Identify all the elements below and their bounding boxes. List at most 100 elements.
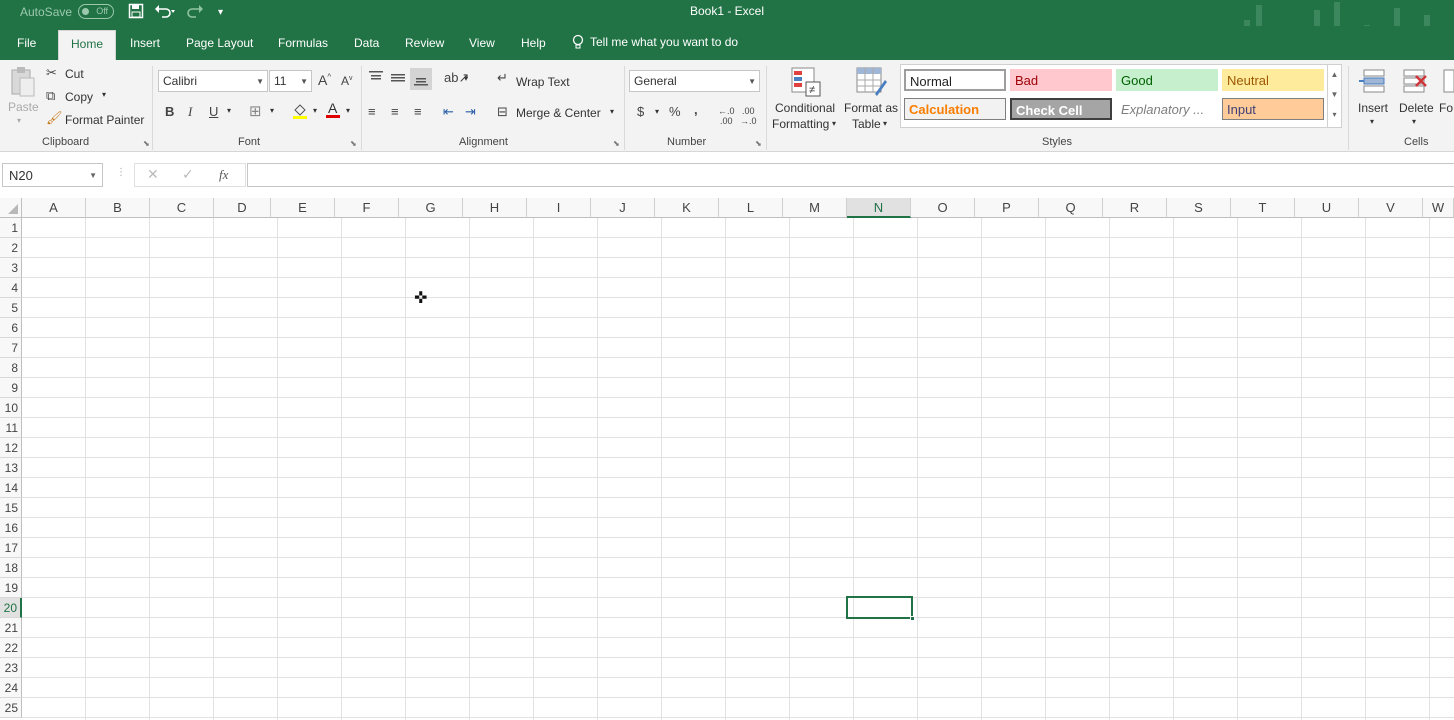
scissors-icon[interactable]: ✂ [46,65,57,81]
bottom-align-icon[interactable] [410,68,432,90]
row-header-19[interactable]: 19 [0,578,22,598]
align-left-icon[interactable]: ≡ [368,104,376,119]
number-format-select[interactable]: General ▼ [629,70,760,92]
format-as-table-dropdown-icon[interactable]: ▾ [883,119,887,128]
conditional-formatting-icon[interactable]: ≠ [790,66,822,101]
row-header-6[interactable]: 6 [0,318,22,338]
column-header-w[interactable]: W [1423,198,1454,218]
gallery-scroll[interactable]: ▲ ▼ ▾ [1327,65,1341,127]
column-header-n[interactable]: N [847,198,911,218]
insert-cells-button[interactable]: Insert [1358,101,1388,115]
formula-input[interactable] [247,163,1454,187]
underline-button[interactable]: U [209,104,218,119]
column-header-k[interactable]: K [655,198,719,218]
format-cells-icon[interactable] [1442,66,1454,99]
row-header-25[interactable]: 25 [0,698,22,718]
increase-decimal-icon[interactable]: ←.0.00 [718,106,735,126]
column-header-r[interactable]: R [1103,198,1167,218]
column-header-s[interactable]: S [1167,198,1231,218]
gallery-more-icon[interactable]: ▾ [1328,105,1341,125]
merge-dropdown-icon[interactable]: ▾ [610,107,614,116]
row-header-4[interactable]: 4 [0,278,22,298]
tab-insert[interactable]: Insert [130,36,160,50]
accounting-format-button[interactable]: $ [637,104,644,119]
column-header-c[interactable]: C [150,198,214,218]
column-header-m[interactable]: M [783,198,847,218]
column-header-p[interactable]: P [975,198,1039,218]
align-right-icon[interactable]: ≡ [414,104,422,119]
select-all-button[interactable] [0,198,22,218]
column-header-j[interactable]: J [591,198,655,218]
delete-dropdown-icon[interactable]: ▾ [1412,117,1416,126]
conditional-formatting-label-2[interactable]: Formatting [772,117,829,131]
column-header-a[interactable]: A [22,198,86,218]
cut-button[interactable]: Cut [65,67,84,81]
copy-dropdown-icon[interactable]: ▾ [102,90,106,99]
percent-style-button[interactable]: % [669,104,681,119]
style-check-cell[interactable]: Check Cell [1010,98,1112,120]
comma-style-button[interactable]: , [694,102,698,117]
row-header-20[interactable]: 20 [0,598,22,618]
merge-center-button[interactable]: Merge & Center [516,106,601,120]
column-header-v[interactable]: V [1359,198,1423,218]
decrease-decimal-icon[interactable]: .00 →.0 [740,106,757,126]
font-size-select[interactable]: 11 ▼ [269,70,312,92]
wrap-text-icon[interactable]: ↵ [497,70,508,86]
merge-center-icon[interactable]: ⊟ [497,104,508,120]
column-header-l[interactable]: L [719,198,783,218]
paste-icon[interactable] [6,66,38,100]
font-color-icon[interactable]: A [325,100,341,123]
number-launcher-icon[interactable]: ⬊ [755,139,762,148]
format-cells-button[interactable]: Fo [1439,101,1453,115]
active-cell-selection[interactable] [846,596,915,621]
style-neutral[interactable]: Neutral [1222,69,1324,91]
formula-bar-grip-icon[interactable]: ⋮ [116,167,126,178]
row-header-2[interactable]: 2 [0,238,22,258]
style-normal[interactable]: Normal [904,69,1006,91]
align-center-icon[interactable]: ≡ [391,104,399,119]
row-header-15[interactable]: 15 [0,498,22,518]
row-header-17[interactable]: 17 [0,538,22,558]
italic-button[interactable]: I [188,104,192,120]
tab-home[interactable]: Home [58,30,117,60]
top-align-icon[interactable] [368,70,384,87]
format-painter-button[interactable]: Format Painter [65,113,144,127]
fill-color-dropdown-icon[interactable]: ▾ [313,106,317,115]
row-header-11[interactable]: 11 [0,418,22,438]
row-header-7[interactable]: 7 [0,338,22,358]
column-header-f[interactable]: F [335,198,399,218]
format-as-table-label[interactable]: Format as [844,101,898,115]
style-calculation[interactable]: Calculation [904,98,1006,120]
borders-dropdown-icon[interactable]: ▾ [270,106,274,115]
column-header-q[interactable]: Q [1039,198,1103,218]
conditional-formatting-dropdown-icon[interactable]: ▾ [832,119,836,128]
row-header-10[interactable]: 10 [0,398,22,418]
enter-icon[interactable]: ✓ [182,166,194,183]
row-header-1[interactable]: 1 [0,218,22,238]
row-header-9[interactable]: 9 [0,378,22,398]
style-input[interactable]: Input [1222,98,1324,120]
row-header-23[interactable]: 23 [0,658,22,678]
decrease-indent-icon[interactable]: ⇤ [443,104,454,120]
decrease-font-size-icon[interactable]: Av [341,74,353,88]
row-header-24[interactable]: 24 [0,678,22,698]
column-header-o[interactable]: O [911,198,975,218]
column-header-e[interactable]: E [271,198,335,218]
font-color-dropdown-icon[interactable]: ▾ [346,106,350,115]
alignment-launcher-icon[interactable]: ⬊ [613,139,620,148]
column-header-u[interactable]: U [1295,198,1359,218]
cancel-icon[interactable]: ✕ [147,166,159,183]
column-header-t[interactable]: T [1231,198,1295,218]
fill-color-icon[interactable] [292,102,308,123]
style-explanatory[interactable]: Explanatory ... [1116,98,1218,120]
tab-formulas[interactable]: Formulas [278,36,328,50]
copy-button[interactable]: Copy [65,90,93,104]
conditional-formatting-label[interactable]: Conditional [775,101,835,115]
font-family-select[interactable]: Calibri ▼ [158,70,268,92]
paste-label[interactable]: Paste [8,100,39,114]
paste-dropdown-icon[interactable]: ▾ [17,116,21,125]
column-header-i[interactable]: I [527,198,591,218]
name-box[interactable]: N20 ▼ [2,163,103,187]
increase-font-size-icon[interactable]: A^ [318,72,331,88]
accounting-dropdown-icon[interactable]: ▾ [655,107,659,116]
